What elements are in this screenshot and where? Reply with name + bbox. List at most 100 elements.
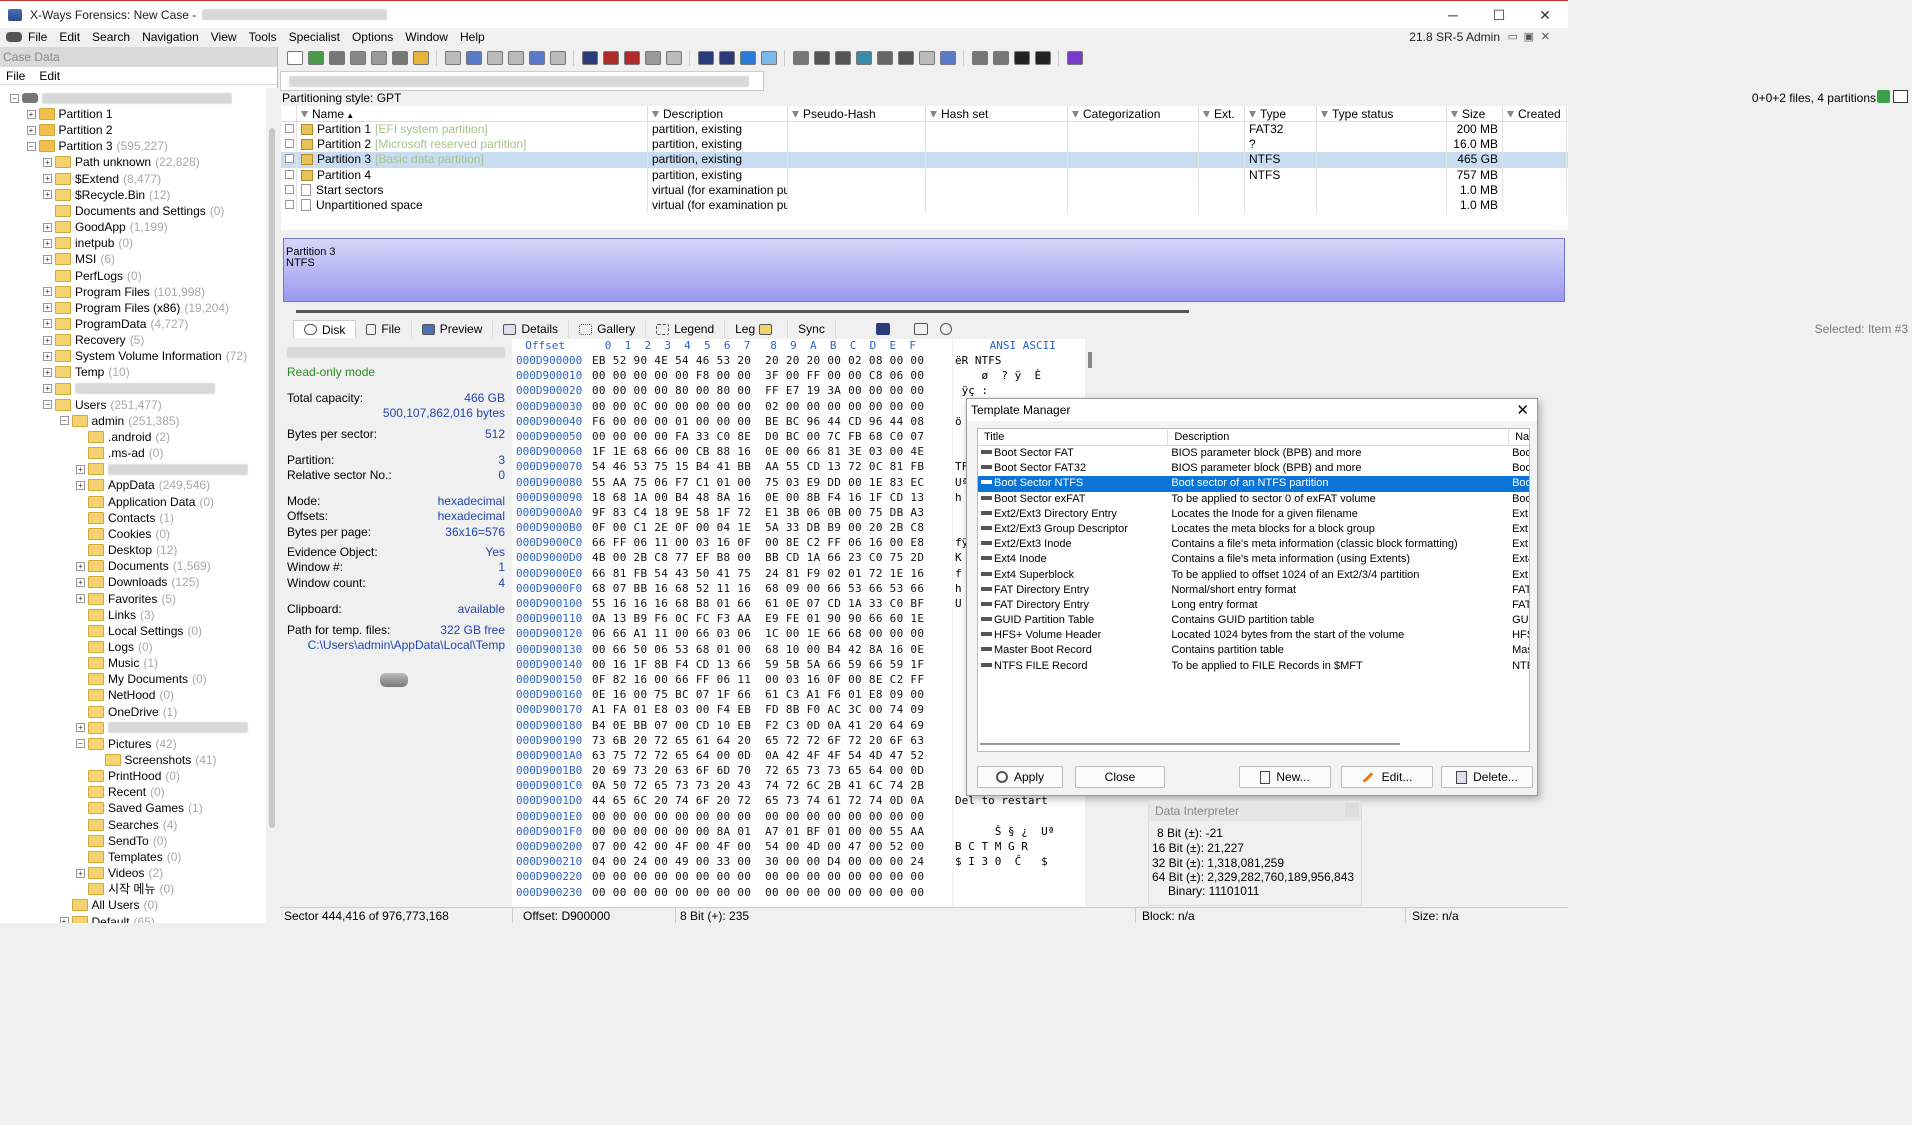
book-icon[interactable] xyxy=(1066,51,1083,65)
tree-node[interactable]: Music (1) xyxy=(76,655,158,671)
expand-icon[interactable]: + xyxy=(43,174,52,184)
hex-row[interactable]: 000D900210 04 00 24 00 49 00 33 00 30 00 … xyxy=(512,854,952,869)
tree-node[interactable]: Recent (0) xyxy=(76,784,165,800)
tree-node[interactable]: + MSI (6) xyxy=(43,251,115,267)
apply-button[interactable]: Apply xyxy=(977,766,1063,788)
hex-bytes[interactable]: 00 00 00 00 00 F8 00 00 3F 00 FF 00 00 C… xyxy=(592,368,924,383)
checkbox-cell[interactable] xyxy=(281,152,297,168)
case-menu-edit[interactable]: Edit xyxy=(39,67,60,84)
filter-icon[interactable] xyxy=(652,111,659,119)
template-row[interactable]: Ext2/Ext3 Inode Contains a file's meta in… xyxy=(978,537,1529,552)
tree-node[interactable]: + Program Files (101,998) xyxy=(43,284,205,300)
hex-row[interactable]: 000D900190 73 6B 20 72 65 61 64 20 65 72 … xyxy=(512,733,952,748)
new-icon[interactable] xyxy=(286,51,303,65)
tree-node[interactable]: PerfLogs (0) xyxy=(43,268,142,284)
hex-row[interactable]: 000D900020 00 00 00 00 80 00 80 00 FF E7 … xyxy=(512,383,952,398)
expand-icon[interactable]: + xyxy=(43,303,52,313)
column-header[interactable]: Type xyxy=(1245,106,1317,121)
hex-row[interactable]: 000D900080 55 AA 75 06 F7 C1 01 00 75 03 … xyxy=(512,475,952,490)
hex-row[interactable]: 000D9000D0 4B 00 2B C8 77 EF B8 00 BB CD … xyxy=(512,550,952,565)
hex-row[interactable]: 000D900180 B4 0E BB 07 00 CD 10 EB F2 C3 … xyxy=(512,718,952,733)
copy-icon[interactable] xyxy=(465,51,482,65)
row-checkbox[interactable] xyxy=(285,199,294,209)
column-header[interactable]: Created xyxy=(1503,106,1567,121)
hex-bytes[interactable]: 0F 00 C1 2E 0F 00 04 1E 5A 33 DB B9 00 2… xyxy=(592,520,924,535)
tree-node[interactable]: + Partition 2 xyxy=(26,122,117,138)
filter-icon[interactable] xyxy=(792,111,799,119)
hex-row[interactable]: 000D900040 F6 00 00 00 01 00 00 00 BE BC … xyxy=(512,414,952,429)
hex-row[interactable]: 000D900170 A1 FA 01 E8 03 00 F4 EB FD 8B … xyxy=(512,702,952,717)
row-checkbox[interactable] xyxy=(285,124,294,133)
hex-row[interactable]: 000D900140 00 16 1F 8B F4 CD 13 66 59 5B … xyxy=(512,657,952,672)
tree-node[interactable]: My Documents (0) xyxy=(76,671,207,687)
hex-row[interactable]: 000D9001F0 00 00 00 00 00 00 8A 01 A7 01 … xyxy=(512,824,952,839)
hex-scroll-thumb[interactable] xyxy=(1088,352,1092,368)
tree-scroll-thumb[interactable] xyxy=(269,128,275,828)
text-row[interactable]: $ I 3 0 Ĉ $ xyxy=(953,854,1085,869)
menu-help[interactable]: Help xyxy=(460,30,485,44)
hex-row[interactable]: 000D9001D0 44 65 6C 20 74 6F 20 72 65 73 … xyxy=(512,793,952,808)
filter-icon[interactable] xyxy=(1451,111,1458,119)
hex-row[interactable]: 000D9000F0 68 07 BB 16 68 52 11 16 68 09 … xyxy=(512,581,952,596)
expand-icon[interactable]: + xyxy=(76,868,85,878)
close-child-icon[interactable]: ✕ xyxy=(1541,28,1550,46)
tree-node[interactable]: Searches (4) xyxy=(76,817,177,833)
filter-icon[interactable] xyxy=(930,111,937,119)
template-row[interactable]: NTFS FILE Record To be applied to FILE Re… xyxy=(978,659,1529,674)
row-checkbox[interactable] xyxy=(285,169,294,179)
image-icon[interactable] xyxy=(813,51,830,65)
table-row[interactable]: Partition 2 [Microsoft reserved partition… xyxy=(281,137,1568,153)
tree-node[interactable]: Local Settings (0) xyxy=(76,623,202,639)
expand-icon[interactable]: + xyxy=(76,480,85,490)
checkbox-cell[interactable] xyxy=(281,197,297,214)
tree-node[interactable]: 시작 메뉴 (0) xyxy=(76,881,174,897)
find-next-icon[interactable] xyxy=(644,51,661,65)
column-header[interactable]: Type status xyxy=(1317,106,1447,121)
undo-icon[interactable] xyxy=(444,51,461,65)
menu-file[interactable]: File xyxy=(28,30,47,44)
tree-node[interactable]: PrintHood (0) xyxy=(76,768,180,784)
menu-edit[interactable]: Edit xyxy=(59,30,80,44)
hex-bytes[interactable]: 55 AA 75 06 F7 C1 01 00 75 03 E9 DD 00 1… xyxy=(592,475,924,490)
expand-icon[interactable]: + xyxy=(76,723,85,733)
cut-icon[interactable] xyxy=(486,51,503,65)
table-row[interactable]: Partition 4 partition, existing NTFS 757 MB xyxy=(281,167,1568,183)
column-header[interactable]: Name ▲ xyxy=(297,106,648,121)
tree-node[interactable]: + inetpub (0) xyxy=(43,235,133,251)
expand-icon[interactable]: + xyxy=(43,384,52,394)
hex-row[interactable]: 000D900060 1F 1E 68 66 00 CB 88 16 0E 00 … xyxy=(512,444,952,459)
tree-node[interactable]: − Pictures (42) xyxy=(76,736,177,752)
tab-details[interactable]: Details xyxy=(493,320,570,338)
tree-node[interactable]: + xyxy=(76,720,248,736)
hex-editor[interactable]: Offset 0 1 2 3 4 5 6 7 8 9 A B C D E F 0… xyxy=(512,339,952,907)
menu-navigation[interactable]: Navigation xyxy=(142,30,199,44)
hex-bytes[interactable]: 0F 82 16 00 66 FF 06 11 00 03 16 0F 00 8… xyxy=(592,672,924,687)
tree-node[interactable]: Contacts (1) xyxy=(76,510,174,526)
structure-icon[interactable] xyxy=(971,51,988,65)
tree-node[interactable]: + Videos (2) xyxy=(76,865,163,881)
fill-icon[interactable] xyxy=(549,51,566,65)
ram-icon[interactable] xyxy=(855,51,872,65)
hex-row[interactable]: 000D900000 EB 52 90 4E 54 46 53 20 20 20 … xyxy=(512,353,952,368)
tree-node[interactable]: + Recovery (5) xyxy=(43,332,144,348)
collapse-icon[interactable]: − xyxy=(26,141,36,151)
zoom-icon[interactable] xyxy=(876,51,893,65)
column-header[interactable]: Description xyxy=(648,106,788,121)
hex-bytes[interactable]: 44 65 6C 20 74 6F 20 72 65 73 74 61 72 7… xyxy=(592,793,924,808)
tree-node[interactable]: + Partition 1 xyxy=(26,106,117,122)
close-button[interactable]: Close xyxy=(1075,766,1165,788)
collapse-icon[interactable]: − xyxy=(10,93,19,103)
goto-sector-icon[interactable] xyxy=(718,51,735,65)
path-field[interactable] xyxy=(280,71,764,91)
column-header[interactable]: Ext. xyxy=(1199,106,1245,121)
hex-bytes[interactable]: F6 00 00 00 01 00 00 00 BE BC 96 44 CD 9… xyxy=(592,414,924,429)
hex-row[interactable]: 000D900150 0F 82 16 00 66 FF 06 11 00 03 … xyxy=(512,672,952,687)
hex-bytes[interactable]: 00 00 00 00 00 00 00 00 00 00 00 00 00 0… xyxy=(592,885,924,900)
hex-bytes[interactable]: 0A 50 72 65 73 73 20 43 74 72 6C 2B 41 6… xyxy=(592,778,924,793)
row-checkbox[interactable] xyxy=(285,154,294,164)
hex-row[interactable]: 000D9001B0 20 69 73 20 63 6F 6D 70 72 65 … xyxy=(512,763,952,778)
column-header[interactable]: Pseudo-Hash xyxy=(788,106,926,121)
template-row[interactable]: FAT Directory Entry Normal/short entry fo… xyxy=(978,583,1529,598)
tree-node[interactable]: − admin (251,385) xyxy=(59,413,180,429)
menu-view[interactable]: View xyxy=(211,30,237,44)
